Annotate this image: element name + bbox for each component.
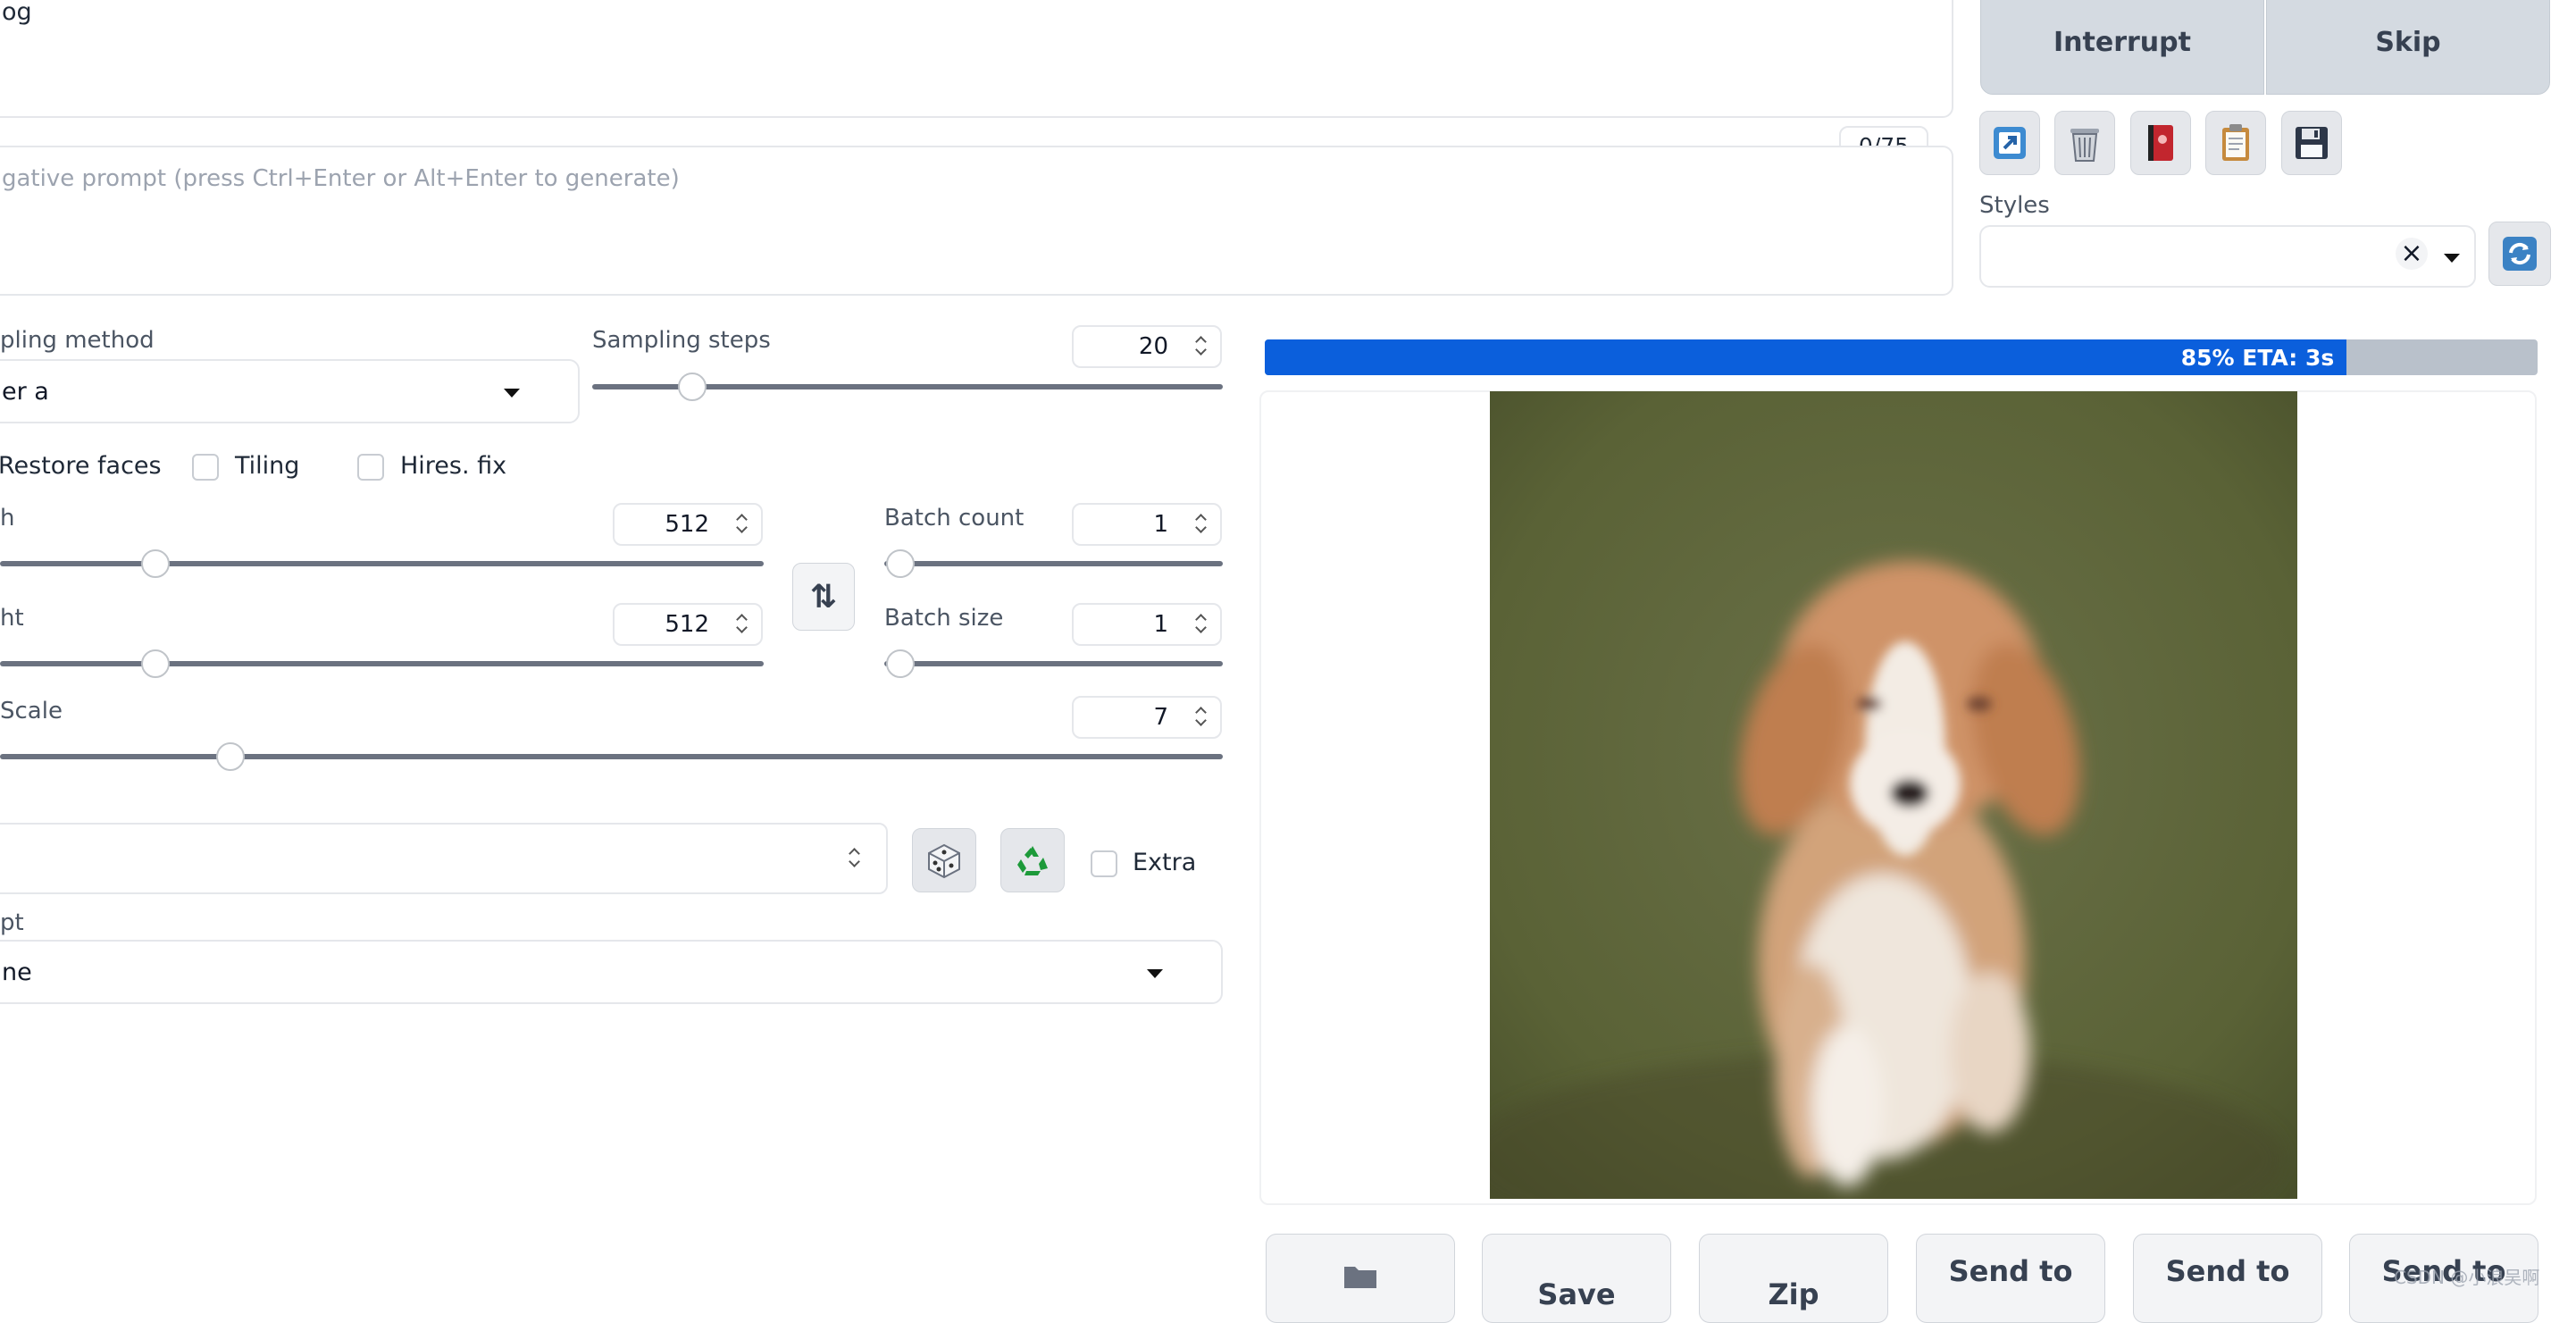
height-slider[interactable] (0, 661, 764, 666)
sampling-steps-label: Sampling steps (592, 327, 771, 354)
hires-fix-label: Hires. fix (400, 452, 507, 480)
cfg-scale-input[interactable]: 7 (1072, 696, 1222, 739)
stepper-icon[interactable] (1195, 337, 1208, 356)
negative-prompt-textarea[interactable]: gative prompt (press Ctrl+Enter or Alt+E… (0, 146, 1953, 296)
save-button[interactable]: Save (1482, 1234, 1671, 1323)
folder-icon (1344, 1267, 1376, 1288)
watermark: CSDN @小浪吴啊 (2394, 1267, 2540, 1288)
sampling-method-label: pling method (0, 327, 155, 354)
show-extra-networks-button[interactable] (2130, 111, 2191, 175)
stepper-icon[interactable] (736, 515, 749, 534)
batch-size-value: 1 (1153, 611, 1168, 638)
sampling-method-dropdown[interactable]: er a (0, 359, 580, 423)
batch-count-slider[interactable] (884, 561, 1223, 566)
slider-knob[interactable] (140, 549, 170, 578)
height-label: ht (0, 605, 24, 632)
script-label: pt (0, 909, 24, 936)
batch-count-label: Batch count (884, 505, 1025, 532)
open-folder-button[interactable] (1266, 1234, 1455, 1323)
stepper-icon[interactable] (1195, 708, 1208, 727)
slider-knob[interactable] (215, 742, 245, 771)
stepper-icon[interactable] (1195, 515, 1208, 534)
slider-knob[interactable] (886, 549, 915, 578)
cfg-scale-slider[interactable] (0, 754, 1223, 759)
stepper-icon[interactable] (1195, 615, 1208, 634)
script-dropdown[interactable]: ne (0, 940, 1223, 1004)
red-book-icon (2148, 125, 2173, 161)
generated-dog-image[interactable] (1490, 391, 2297, 1199)
refresh-icon (2503, 237, 2537, 271)
floppy-disk-icon (2296, 127, 2328, 159)
width-value: 512 (665, 511, 709, 538)
height-input[interactable]: 512 (613, 603, 763, 646)
clipboard-icon (2222, 124, 2249, 161)
tiling-checkbox[interactable] (192, 454, 219, 481)
random-seed-button[interactable] (912, 828, 976, 892)
stepper-icon[interactable] (849, 849, 861, 868)
prompt-text: og (2, 0, 32, 26)
chevron-down-icon (2444, 254, 2460, 263)
sampling-method-value: er a (2, 377, 49, 406)
slider-knob[interactable] (677, 373, 707, 401)
stepper-icon[interactable] (736, 615, 749, 634)
chevron-down-icon (504, 389, 520, 398)
negative-prompt-placeholder: gative prompt (press Ctrl+Enter or Alt+E… (2, 165, 680, 192)
apply-styles-button[interactable] (2205, 111, 2266, 175)
interrupt-button[interactable]: Interrupt (1980, 0, 2264, 95)
zip-button[interactable]: Zip (1699, 1234, 1888, 1323)
refresh-styles-button[interactable] (2488, 222, 2551, 286)
read-params-button[interactable] (1979, 111, 2040, 175)
seed-input[interactable] (0, 823, 888, 894)
reuse-seed-button[interactable] (1000, 828, 1065, 892)
dice-icon (928, 843, 960, 879)
send-to-inpaint-button[interactable]: Send to (2133, 1234, 2322, 1323)
tiling-label: Tiling (235, 452, 300, 480)
chevron-down-icon (1147, 969, 1163, 978)
swap-dimensions-button[interactable]: ⇅ (792, 563, 855, 631)
slider-knob[interactable] (886, 649, 915, 678)
batch-size-slider[interactable] (884, 661, 1223, 666)
width-label: h (0, 505, 15, 532)
skip-button[interactable]: Skip (2266, 0, 2550, 95)
script-value: ne (2, 958, 32, 986)
prompt-textarea[interactable]: og (0, 0, 1953, 118)
batch-count-input[interactable]: 1 (1072, 503, 1222, 546)
batch-size-label: Batch size (884, 605, 1004, 632)
extra-seed-checkbox[interactable] (1091, 850, 1117, 877)
restore-faces-label: Restore faces (0, 452, 162, 480)
styles-dropdown[interactable]: × (1979, 225, 2476, 288)
progress-bar: 85% ETA: 3s (1265, 339, 2538, 375)
save-style-button[interactable] (2281, 111, 2342, 175)
clear-styles-icon[interactable]: × (2396, 238, 2428, 270)
sampling-steps-value: 20 (1138, 333, 1168, 360)
progress-fill: 85% ETA: 3s (1265, 339, 2347, 375)
clear-prompt-button[interactable] (2054, 111, 2115, 175)
extra-seed-label: Extra (1133, 849, 1197, 876)
swap-icon: ⇅ (809, 578, 838, 615)
trash-icon (2070, 129, 2099, 162)
batch-count-value: 1 (1153, 511, 1168, 538)
recycle-icon (1017, 846, 1048, 875)
slider-knob[interactable] (140, 649, 170, 678)
width-slider[interactable] (0, 561, 764, 566)
cfg-scale-value: 7 (1153, 704, 1168, 731)
width-input[interactable]: 512 (613, 503, 763, 546)
styles-label: Styles (1979, 192, 2050, 219)
progress-text: 85% ETA: 3s (2180, 344, 2335, 371)
arrow-icon (1994, 127, 2026, 159)
hires-fix-checkbox[interactable] (357, 454, 384, 481)
batch-size-input[interactable]: 1 (1072, 603, 1222, 646)
cfg-scale-label: Scale (0, 698, 63, 724)
height-value: 512 (665, 611, 709, 638)
send-to-img2img-button[interactable]: Send to (1916, 1234, 2105, 1323)
sampling-steps-input[interactable]: 20 (1072, 325, 1222, 368)
